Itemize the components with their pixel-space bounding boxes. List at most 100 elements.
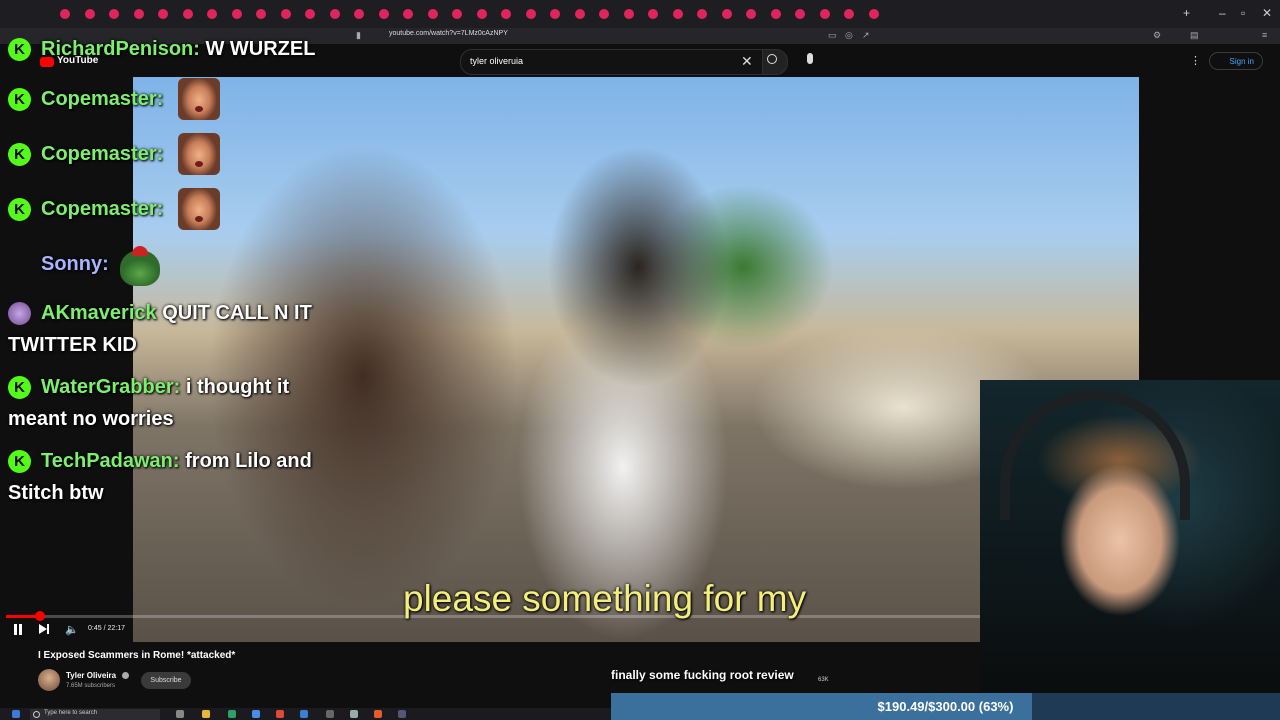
browser-tab[interactable] (574, 9, 585, 19)
browser-tab[interactable] (525, 9, 536, 19)
app-icon[interactable] (228, 710, 236, 718)
brave-icon[interactable] (374, 710, 382, 718)
browser-tab[interactable] (746, 9, 756, 19)
chat-message: Copemaster: (41, 198, 163, 221)
next-video-icon[interactable] (39, 624, 49, 634)
browser-tab[interactable] (550, 9, 560, 19)
volume-icon[interactable]: 🔈 (65, 623, 79, 636)
kick-badge-icon: K (8, 143, 31, 166)
maximize-button[interactable]: ▫ (1241, 6, 1245, 20)
share-icon[interactable]: ↗ (862, 30, 870, 41)
browser-tab[interactable] (819, 9, 830, 19)
browser-tab[interactable] (329, 9, 340, 19)
clear-search-icon[interactable]: ✕ (741, 53, 753, 70)
new-tab-button[interactable]: + (1183, 6, 1190, 20)
browser-tab[interactable] (697, 9, 707, 19)
chat-username: Copemaster: (41, 88, 164, 110)
extensions-icon[interactable]: ⚙ (1153, 30, 1161, 41)
kick-badge-icon: K (8, 38, 31, 61)
app-icon[interactable] (252, 710, 260, 718)
kick-badge-icon: K (8, 376, 31, 399)
browser-tab[interactable] (378, 9, 389, 19)
browser-tab[interactable] (84, 9, 95, 19)
chat-text: W WURZEL (205, 38, 316, 60)
browser-tab[interactable] (256, 9, 266, 19)
kick-badge-icon: K (8, 88, 31, 111)
browser-tab[interactable] (403, 9, 413, 19)
chat-username: Sonny: (41, 253, 109, 275)
donation-goal-label: $190.49/$300.00 (63%) (877, 699, 1014, 714)
browser-tab[interactable] (721, 9, 732, 19)
browser-tab[interactable] (795, 9, 805, 19)
browser-tab[interactable] (427, 9, 438, 19)
chat-message: Sonny: (41, 253, 109, 276)
url-field[interactable]: youtube.com/watch?v=7LMz0cAzNPY (389, 30, 508, 37)
browser-tab[interactable] (182, 9, 193, 19)
channel-name[interactable]: Tyler Oliveira (66, 671, 116, 680)
minimize-button[interactable]: – (1219, 6, 1226, 20)
channel-avatar[interactable] (38, 669, 60, 691)
chat-text: from Lilo and (185, 450, 312, 472)
browser-tab[interactable] (158, 9, 168, 19)
subscriber-count: 7.65M subscribers (66, 683, 116, 689)
pepe-emote-icon (120, 246, 160, 286)
windows-start-icon[interactable] (12, 710, 20, 718)
like-count[interactable]: 63K (818, 677, 829, 683)
chrome-icon[interactable] (276, 710, 284, 718)
browser-tab[interactable] (280, 9, 291, 19)
chat-text: i thought it (185, 376, 290, 398)
browser-tab[interactable] (207, 9, 217, 19)
task-view-icon[interactable] (176, 710, 184, 718)
user-avatar-badge-icon (8, 302, 31, 325)
more-options-icon[interactable]: ⋮ (1190, 54, 1201, 67)
browser-tab[interactable] (648, 9, 658, 19)
taskbar-search-icon (33, 711, 40, 718)
browser-tab[interactable] (231, 9, 242, 19)
browser-tab[interactable] (305, 9, 315, 19)
browser-tab[interactable] (599, 9, 609, 19)
browser-tab[interactable] (452, 9, 462, 19)
progress-scrubber[interactable] (35, 611, 45, 621)
file-explorer-icon[interactable] (202, 710, 210, 718)
app-icon[interactable] (326, 710, 334, 718)
sidebar-icon[interactable]: ▤ (1190, 30, 1199, 41)
microphone-icon[interactable] (807, 53, 813, 64)
chat-username: AKmaverick (41, 302, 157, 324)
app-icon[interactable] (398, 710, 406, 718)
chat-text: QUIT CALL N IT (162, 302, 312, 324)
close-window-button[interactable]: ✕ (1262, 6, 1272, 20)
browser-tab[interactable] (354, 9, 364, 19)
browser-tab[interactable] (623, 9, 634, 19)
browser-tab[interactable] (476, 9, 487, 19)
browser-tab[interactable] (109, 9, 119, 19)
search-input[interactable]: tyler oliveruia (470, 56, 523, 66)
browser-tab[interactable] (844, 9, 854, 19)
app-icon[interactable] (350, 710, 358, 718)
browser-tab[interactable] (501, 9, 511, 19)
chat-message: Copemaster: (41, 88, 163, 111)
zoom-icon[interactable]: ◎ (845, 30, 853, 41)
kick-badge-icon: K (8, 198, 31, 221)
browser-tab[interactable] (770, 9, 781, 19)
browser-menu-icon[interactable]: ≡ (1262, 30, 1267, 40)
video-title: I Exposed Scammers in Rome! *attacked* (38, 650, 236, 661)
browser-tab[interactable] (60, 9, 70, 19)
pause-icon[interactable] (13, 624, 23, 635)
donation-goal-title: finally some fucking root review (611, 668, 794, 682)
chat-message: Copemaster: (41, 143, 163, 166)
sign-in-button[interactable]: Sign in (1209, 52, 1263, 70)
cast-icon[interactable]: ▭ (828, 30, 837, 41)
subscribe-button[interactable]: Subscribe (141, 672, 191, 689)
steam-icon[interactable] (300, 710, 308, 718)
search-icon[interactable] (767, 54, 777, 64)
chat-message: WaterGrabber: i thought it (41, 376, 289, 399)
browser-tab[interactable] (672, 9, 683, 19)
browser-tab[interactable] (868, 9, 879, 19)
chat-message: TechPadawan: from Lilo and (41, 450, 312, 473)
browser-tab[interactable] (133, 9, 144, 19)
chat-username: TechPadawan: (41, 450, 180, 472)
taskbar-search-input[interactable]: Type here to search (44, 710, 97, 716)
chat-text-continued: meant no worries (8, 408, 174, 430)
face-emote-icon (178, 188, 220, 230)
bookmark-icon[interactable]: ▮ (356, 30, 361, 41)
